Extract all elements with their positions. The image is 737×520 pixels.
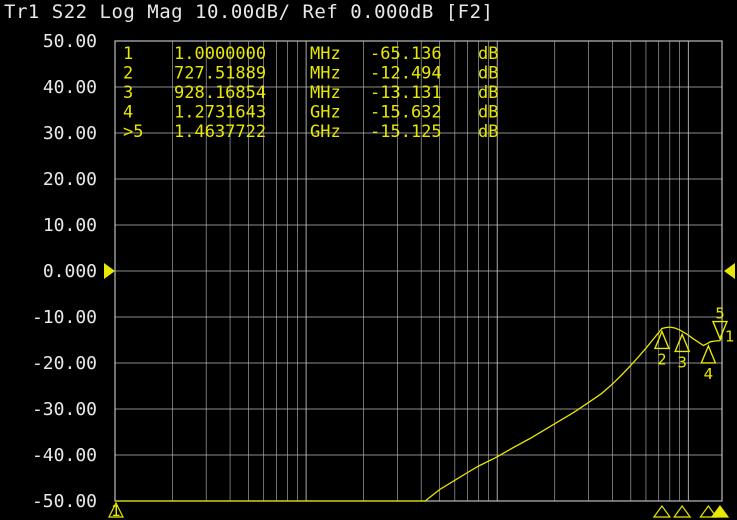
- marker-table: 1 1.0000000 MHz -65.136 dB 2 727.51889 MHz -12.4…: [123, 44, 498, 142]
- marker-table-cell: -12.494: [370, 64, 442, 84]
- marker-table-cell: -13.131: [370, 83, 442, 103]
- y-tick-label: 50.00: [43, 31, 97, 52]
- marker-table-cell: dB: [478, 122, 498, 142]
- y-tick-label: -50.00: [32, 491, 97, 512]
- marker-table-cell: GHz: [310, 122, 341, 142]
- ref-level-left-icon: [104, 263, 115, 279]
- marker-table-cell: dB: [478, 103, 498, 123]
- marker-table-cell: MHz: [310, 44, 341, 64]
- marker-table-cell: >5: [123, 122, 143, 142]
- y-tick-label: -40.00: [32, 445, 97, 466]
- marker-table-cell: dB: [478, 83, 498, 103]
- marker-1-label: 1: [111, 502, 121, 520]
- y-tick-label: 0.000: [43, 261, 97, 282]
- chart-plot[interactable]: 50.00 40.00 30.00 20.00 10.00 0.000 -10.00 -20.…: [0, 0, 737, 520]
- y-tick-label: -30.00: [32, 399, 97, 420]
- marker-table-cell: MHz: [310, 64, 341, 84]
- marker-table-cell: -15.125: [370, 122, 442, 142]
- y-tick-label: 20.00: [43, 169, 97, 190]
- y-tick-label: 30.00: [43, 123, 97, 144]
- marker-table-cell: GHz: [310, 103, 341, 123]
- y-tick-label: -10.00: [32, 307, 97, 328]
- marker-table-cell: 3: [123, 83, 133, 103]
- marker-table-cell: MHz: [310, 83, 341, 103]
- bottom-marker-indicator-icon: [652, 504, 672, 518]
- y-tick-label: -20.00: [32, 353, 97, 374]
- marker-4-label: 4: [704, 365, 714, 383]
- marker-3-icon: [674, 332, 691, 353]
- trace-number-label: 1: [725, 327, 735, 345]
- marker-table-cell: dB: [478, 64, 498, 84]
- marker-3-label: 3: [677, 353, 687, 371]
- bottom-marker-indicators: [652, 504, 730, 518]
- ref-level-right-icon: [724, 263, 735, 279]
- y-tick-label: 40.00: [43, 77, 97, 98]
- bottom-marker-indicator-icon: [710, 504, 730, 518]
- marker-table-cell: -15.632: [370, 103, 442, 123]
- marker-5-label: 5: [715, 305, 725, 323]
- marker-table-cell: 1.2731643: [174, 103, 266, 123]
- y-tick-label: 10.00: [43, 215, 97, 236]
- marker-table-cell: 4: [123, 103, 133, 123]
- y-axis-labels: 50.00 40.00 30.00 20.00 10.00 0.000 -10.00 -20.…: [32, 31, 97, 512]
- marker-table-cell: dB: [478, 44, 498, 64]
- marker-4-icon: [700, 344, 717, 364]
- marker-table-cell: 727.51889: [174, 64, 266, 84]
- marker-table-cell: 1: [123, 44, 133, 64]
- markers: 12 3451: [108, 305, 735, 520]
- marker-table-cell: 1.4637722: [174, 122, 266, 142]
- marker-table-cell: 928.16854: [174, 83, 266, 103]
- marker-2-label: 2: [657, 350, 667, 368]
- marker-table-cell: 2: [123, 64, 133, 84]
- marker-table-cell: 1.0000000: [174, 44, 266, 64]
- bottom-marker-indicator-icon: [672, 504, 692, 518]
- marker-table-cell: -65.136: [370, 44, 442, 64]
